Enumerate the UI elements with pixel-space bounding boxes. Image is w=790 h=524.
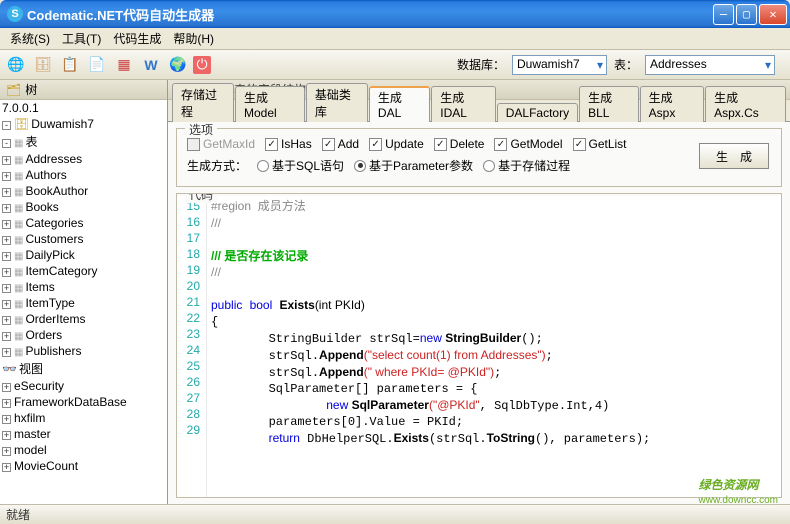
- toolbar-table-icon[interactable]: ▦: [112, 53, 136, 77]
- chk-add[interactable]: Add: [322, 137, 359, 151]
- tree-view-item[interactable]: +MovieCount: [0, 458, 167, 474]
- db-label: 数据库：: [457, 56, 505, 73]
- menu-codegen[interactable]: 代码生成: [107, 28, 167, 49]
- tree-view-item[interactable]: +FrameworkDataBase: [0, 394, 167, 410]
- tree-label: 树: [25, 81, 37, 98]
- toolbar-stop-icon[interactable]: ⏻: [193, 56, 211, 74]
- sidebar: 🗂 树 7.0.0.1-🗄Duwamish7-▦表+▦Addresses+▦Au…: [0, 80, 168, 504]
- tree-table-item[interactable]: +▦Publishers: [0, 343, 167, 359]
- tree-tables-node[interactable]: -▦表: [0, 132, 167, 151]
- code-editor[interactable]: #region 成员方法 /// /// 是否存在该记录 /// public …: [207, 196, 781, 497]
- tree-table-item[interactable]: +▦BookAuthor: [0, 183, 167, 199]
- tree-table-item[interactable]: +▦Authors: [0, 167, 167, 183]
- tree-table-item[interactable]: +▦DailyPick: [0, 247, 167, 263]
- maximize-button[interactable]: ▢: [736, 4, 757, 25]
- code-group: 代码 15 16 17 18 19 20 21 22 23 24 25 26 2…: [176, 193, 782, 498]
- tree-header: 🗂 树: [0, 80, 167, 100]
- tree-table-item[interactable]: +▦Customers: [0, 231, 167, 247]
- close-button[interactable]: ✕: [759, 4, 787, 25]
- chk-delete[interactable]: Delete: [434, 137, 485, 151]
- toolbar-connect-icon[interactable]: 🗄: [31, 53, 55, 77]
- tab-row: 存储过程生成Model基础类库生成DAL生成IDALDALFactory生成BL…: [168, 100, 790, 122]
- tree-view-item[interactable]: +hxfilm: [0, 410, 167, 426]
- tree-table-item[interactable]: +▦Orders: [0, 327, 167, 343]
- radio-sql[interactable]: 基于SQL语句: [257, 157, 344, 174]
- tree-views-node[interactable]: 👓视图: [0, 359, 167, 378]
- tree-table-item[interactable]: +▦Items: [0, 279, 167, 295]
- tree-table-item[interactable]: +▦ItemCategory: [0, 263, 167, 279]
- tab-2[interactable]: 基础类库: [306, 83, 368, 122]
- chk-getmodel[interactable]: GetModel: [494, 137, 562, 151]
- tab-3[interactable]: 生成DAL: [369, 86, 430, 122]
- tree-table-item[interactable]: +▦Books: [0, 199, 167, 215]
- code-title: 代码: [185, 193, 217, 203]
- main-panel: Addresses 表的字段结构 存储过程生成Model基础类库生成DAL生成I…: [168, 80, 790, 504]
- toolbar-db-icon[interactable]: 🌐: [4, 53, 28, 77]
- tree-view-item[interactable]: +model: [0, 442, 167, 458]
- genmode-label: 生成方式：: [187, 157, 247, 174]
- tab-6[interactable]: 生成BLL: [579, 86, 639, 122]
- generate-button[interactable]: 生成: [699, 143, 769, 169]
- menu-tools[interactable]: 工具(T): [56, 28, 107, 49]
- menubar: 系统(S) 工具(T) 代码生成 帮助(H): [0, 28, 790, 50]
- tree[interactable]: 7.0.0.1-🗄Duwamish7-▦表+▦Addresses+▦Author…: [0, 100, 167, 504]
- chk-getmaxid[interactable]: GetMaxId: [187, 137, 255, 151]
- window-title: Codematic.NET代码自动生成器: [27, 5, 713, 24]
- menu-system[interactable]: 系统(S): [4, 28, 56, 49]
- toolbar-query-icon[interactable]: 📄: [85, 53, 109, 77]
- tree-icon: 🗂: [6, 83, 21, 97]
- tab-1[interactable]: 生成Model: [235, 86, 305, 122]
- menu-help[interactable]: 帮助(H): [167, 28, 220, 49]
- tree-table-item[interactable]: +▦Categories: [0, 215, 167, 231]
- app-icon: S: [7, 6, 23, 22]
- radio-param[interactable]: 基于Parameter参数: [354, 157, 473, 174]
- radio-proc[interactable]: 基于存储过程: [483, 157, 570, 174]
- statusbar: 就绪: [0, 504, 790, 524]
- toolbar: 🌐 🗄 📋 📄 ▦ W 🌍 ⏻ 数据库： Duwamish7 表： Addres…: [0, 50, 790, 80]
- tbl-select[interactable]: Addresses: [645, 55, 775, 75]
- tbl-label: 表：: [614, 56, 638, 73]
- tree-view-item[interactable]: +eSecurity: [0, 378, 167, 394]
- code-gutter: 15 16 17 18 19 20 21 22 23 24 25 26 27 2…: [177, 196, 207, 497]
- db-select[interactable]: Duwamish7: [512, 55, 607, 75]
- tree-table-item[interactable]: +▦Addresses: [0, 151, 167, 167]
- status-text: 就绪: [6, 506, 30, 523]
- tree-table-item[interactable]: +▦ItemType: [0, 295, 167, 311]
- tab-8[interactable]: 生成Aspx.Cs: [705, 86, 786, 122]
- titlebar: S Codematic.NET代码自动生成器 — ▢ ✕: [0, 0, 790, 28]
- tab-7[interactable]: 生成Aspx: [640, 86, 704, 122]
- chk-getlist[interactable]: GetList: [573, 137, 627, 151]
- tree-view-item[interactable]: +master: [0, 426, 167, 442]
- toolbar-script-icon[interactable]: 📋: [58, 53, 82, 77]
- tab-0[interactable]: 存储过程: [172, 83, 234, 122]
- chk-update[interactable]: Update: [369, 137, 424, 151]
- minimize-button[interactable]: —: [713, 4, 734, 25]
- chk-ishas[interactable]: IsHas: [265, 137, 312, 151]
- tree-table-item[interactable]: +▦OrderItems: [0, 311, 167, 327]
- toolbar-word-icon[interactable]: W: [139, 53, 163, 77]
- tab-5[interactable]: DALFactory: [497, 103, 578, 122]
- tree-db-node[interactable]: -🗄Duwamish7: [0, 116, 167, 132]
- tab-4[interactable]: 生成IDAL: [431, 86, 495, 122]
- tree-root-node[interactable]: 7.0.0.1: [0, 100, 167, 116]
- options-group: 选项 GetMaxId IsHas Add Update Delete GetM…: [176, 128, 782, 187]
- options-title: 选项: [185, 122, 217, 138]
- toolbar-web-icon[interactable]: 🌍: [166, 53, 190, 77]
